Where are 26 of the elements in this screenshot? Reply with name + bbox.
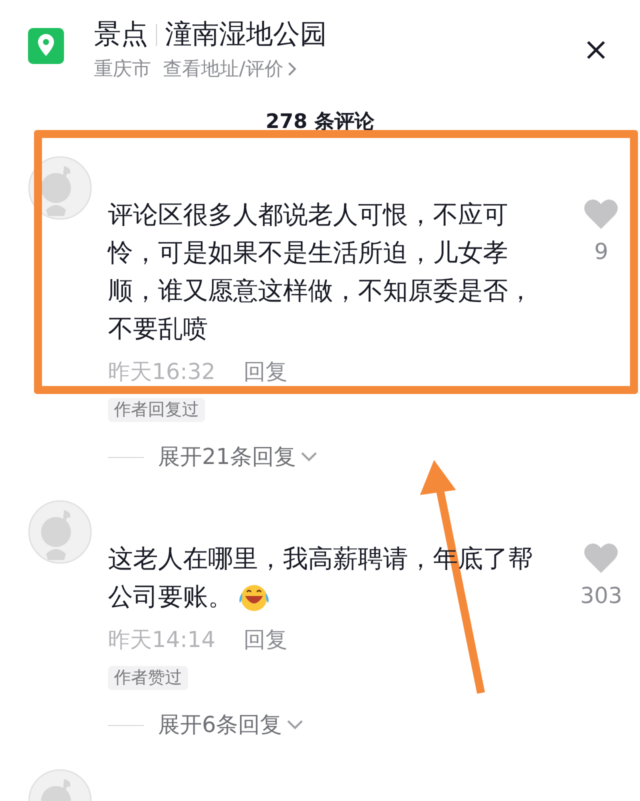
chevron-down-icon: [300, 451, 318, 463]
reply-button[interactable]: 回复: [243, 356, 288, 388]
heart-icon[interactable]: [583, 198, 620, 230]
place-name: 潼南湿地公园: [165, 18, 327, 52]
heart-icon[interactable]: [583, 542, 620, 574]
comment-time: 昨天16:32: [108, 358, 216, 386]
avatar-icon[interactable]: [28, 156, 92, 220]
place-city: 重庆市: [94, 56, 151, 82]
view-address-link[interactable]: 查看地址/评价: [163, 54, 298, 84]
like-count: 303: [580, 583, 622, 611]
location-pin-icon: [28, 28, 64, 64]
comment-count: 278 条评论: [266, 108, 374, 134]
author-badge: 作者赞过: [108, 666, 188, 690]
reply-button[interactable]: 回复: [243, 624, 288, 656]
avatar-icon[interactable]: [28, 500, 92, 564]
comment-text: 评论区很多人都说老人可恨，不应可怜，可是如果不是生活所迫，儿女孝顺，谁又愿意这样做，不知原委是否，不要乱喷: [108, 199, 534, 345]
like-count: 9: [594, 239, 608, 267]
close-button[interactable]: [586, 40, 606, 60]
close-icon: [586, 40, 606, 60]
author-badge: 作者回复过: [108, 398, 205, 422]
expand-replies-button[interactable]: 展开6条回复: [158, 708, 304, 742]
comment-time: 昨天14:14: [108, 626, 216, 654]
chevron-down-icon: [286, 719, 304, 731]
chevron-right-icon: [287, 61, 298, 77]
place-category: 景点: [94, 18, 148, 52]
expand-replies-button[interactable]: 展开21条回复: [158, 440, 318, 474]
